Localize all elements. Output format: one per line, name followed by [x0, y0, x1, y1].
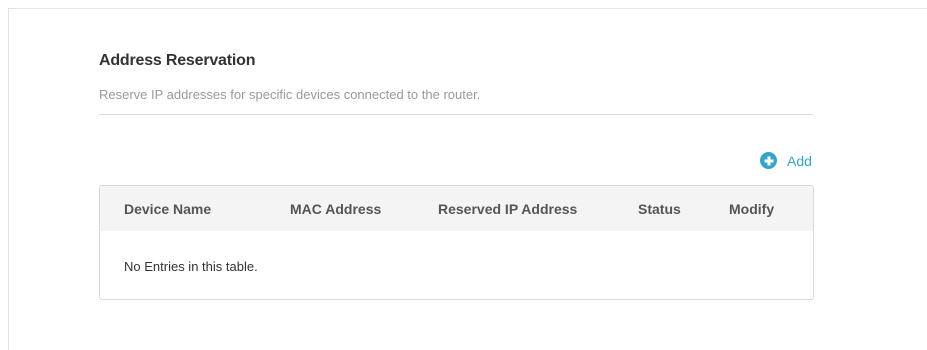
column-header-mac-address: MAC Address [290, 201, 382, 217]
add-button[interactable]: Add [760, 152, 812, 169]
section-title: Address Reservation [99, 52, 256, 69]
section-divider [99, 114, 813, 115]
section-description: Reserve IP addresses for specific device… [99, 87, 481, 102]
table-header: Device Name MAC Address Reserved IP Addr… [100, 186, 813, 231]
column-header-reserved-ip: Reserved IP Address [438, 201, 578, 217]
plus-circle-icon [760, 152, 777, 169]
table-empty-message: No Entries in this table. [124, 259, 258, 274]
column-header-modify: Modify [729, 201, 775, 217]
reservation-table: Device Name MAC Address Reserved IP Addr… [99, 185, 814, 300]
column-header-status: Status [638, 201, 681, 217]
column-header-device-name: Device Name [124, 201, 212, 217]
add-button-label: Add [787, 152, 812, 169]
